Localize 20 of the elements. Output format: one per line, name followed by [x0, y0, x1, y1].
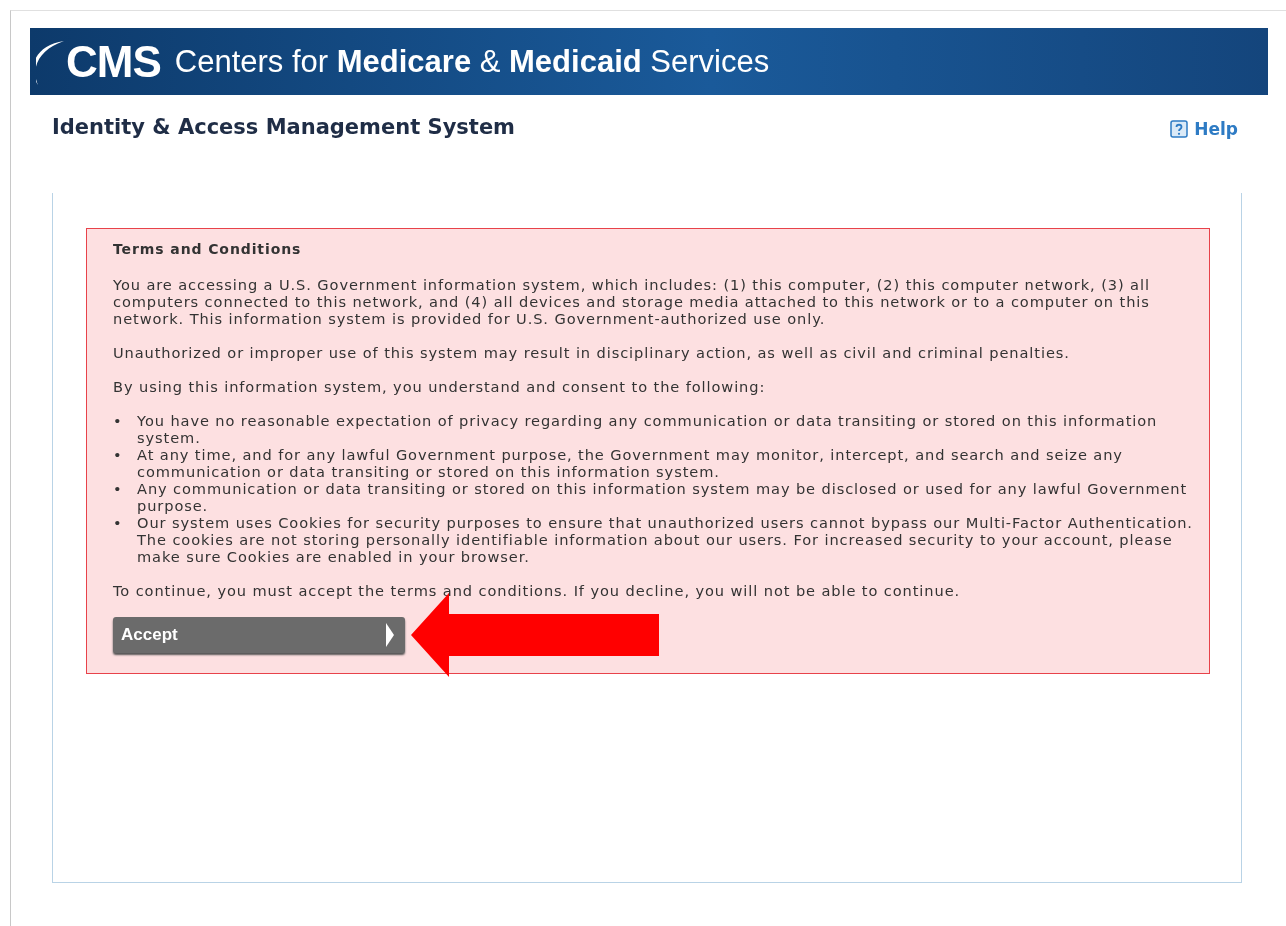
help-link[interactable]: Help: [1170, 119, 1238, 139]
banner-title: Centers for Medicare & Medicaid Services: [174, 43, 770, 80]
terms-paragraph: To continue, you must accept the terms and conditions. If you decline, you will not be able to continue.: [113, 582, 962, 599]
terms-bullet: You have no reasonable expectation of privacy regarding any communication or data transiting or stored on this information system.: [137, 412, 1159, 446]
bullet-marker: •: [113, 446, 124, 463]
terms-bullet: At any time, and for any lawful Government purpose, the Government may monitor, intercept, and search and seize any communication or data transiting or stored on this information system.: [137, 446, 1124, 480]
help-icon: [1170, 120, 1189, 138]
terms-paragraph: By using this information system, you understand and consent to the following:: [113, 378, 767, 395]
bullet-marker: •: [113, 412, 124, 429]
terms-bullet: Our system uses Cookies for security purposes to ensure that unauthorized users cannot bypass our Multi-Factor Authentication. The cookies are not storing personally identifiable information about our users. For increased security to your account, please make sure Cookies are enabled in your browser.: [137, 514, 1194, 565]
terms-title: Terms and Conditions: [113, 241, 303, 258]
bullet-marker: •: [113, 514, 124, 531]
terms-paragraph: Unauthorized or improper use of this system may result in disciplinary action, as well as civil and criminal penalties.: [113, 344, 1071, 361]
bullet-marker: •: [113, 480, 124, 497]
terms-paragraph: You are accessing a U.S. Government information system, which includes: (1) this computer, (2) this computer network, (3) all computers connected to this network, and (4) all devices and storage media attached to this network or to a computer on this network. This information system is provided for U.S. Government-authorized use only.: [113, 276, 1151, 327]
logo-text: CMS: [66, 36, 161, 87]
chevron-icon: [385, 622, 395, 648]
accept-button[interactable]: Accept: [113, 617, 405, 653]
page-title: Identity & Access Management System: [52, 115, 515, 139]
terms-bullet: Any communication or data transiting or stored on this information system may be disclosed or used for any lawful Government purpose.: [137, 480, 1189, 514]
